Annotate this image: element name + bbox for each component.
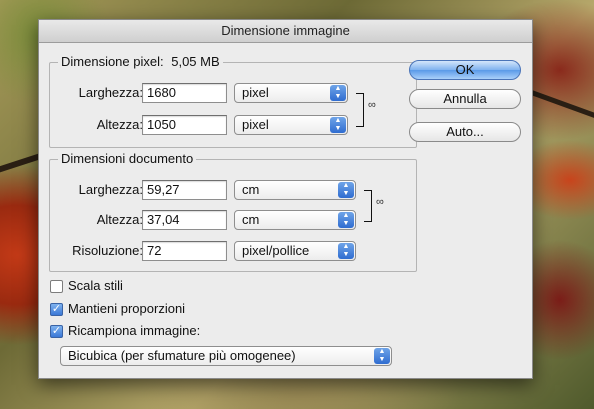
resolution-unit-value: pixel/pollice [242, 243, 310, 258]
link-icon: ∞ [368, 99, 376, 111]
document-dimensions-group: Dimensioni documento Larghezza: 59,27 cm… [49, 151, 417, 272]
image-size-dialog: Dimensione immagine Dimensione pixel: 5,… [38, 19, 533, 379]
updown-arrows-icon: ▲ ▼ [374, 348, 390, 364]
checkmark-icon: ✓ [51, 325, 62, 337]
pixel-width-input[interactable]: 1680 [142, 83, 227, 103]
doc-height-label: Altezza: [96, 212, 143, 227]
pixel-dimensions-size: 5,05 MB [171, 54, 220, 69]
dialog-title: Dimensione immagine [39, 20, 532, 43]
updown-arrows-icon: ▲ ▼ [338, 212, 354, 228]
doc-height-unit-value: cm [242, 212, 260, 227]
doc-height-unit-select[interactable]: cm ▲ ▼ [234, 210, 356, 230]
pixel-height-unit-select[interactable]: pixel ▲ ▼ [234, 115, 348, 135]
pixel-width-unit-value: pixel [242, 85, 269, 100]
resample-method-value: Bicubica (per sfumature più omogenee) [68, 348, 296, 363]
constrain-bracket [364, 190, 372, 222]
doc-width-label: Larghezza: [78, 182, 143, 197]
constrain-bracket [356, 93, 364, 127]
auto-button[interactable]: Auto... [409, 122, 521, 142]
pixel-height-unit-value: pixel [242, 117, 269, 132]
pixel-height-label: Altezza: [96, 117, 143, 132]
resample-image-checkbox[interactable]: ✓ [50, 325, 63, 338]
resample-method-select[interactable]: Bicubica (per sfumature più omogenee) ▲ ▼ [60, 346, 392, 366]
doc-width-unit-select[interactable]: cm ▲ ▼ [234, 180, 356, 200]
scale-styles-label: Scala stili [68, 278, 123, 293]
cancel-button[interactable]: Annulla [409, 89, 521, 109]
pixel-dimensions-title: Dimensione pixel: 5,05 MB [58, 54, 223, 70]
constrain-proportions-label: Mantieni proporzioni [68, 301, 186, 316]
pixel-width-label: Larghezza: [78, 85, 143, 100]
updown-arrows-icon: ▲ ▼ [338, 182, 354, 198]
updown-arrows-icon: ▲ ▼ [330, 85, 346, 101]
scale-styles-checkbox[interactable] [50, 280, 63, 293]
resolution-label: Risoluzione: [72, 243, 143, 258]
pixel-height-input[interactable]: 1050 [142, 115, 227, 135]
link-icon: ∞ [376, 196, 384, 208]
updown-arrows-icon: ▲ ▼ [330, 117, 346, 133]
resample-image-label: Ricampiona immagine: [68, 323, 201, 338]
resolution-input[interactable]: 72 [142, 241, 227, 261]
updown-arrows-icon: ▲ ▼ [338, 243, 354, 259]
doc-width-unit-value: cm [242, 182, 260, 197]
checkmark-icon: ✓ [51, 303, 62, 315]
pixel-dimensions-label: Dimensione pixel: [61, 54, 164, 69]
constrain-proportions-checkbox[interactable]: ✓ [50, 303, 63, 316]
pixel-width-unit-select[interactable]: pixel ▲ ▼ [234, 83, 348, 103]
document-dimensions-title: Dimensioni documento [58, 151, 197, 167]
doc-width-input[interactable]: 59,27 [142, 180, 227, 200]
resolution-unit-select[interactable]: pixel/pollice ▲ ▼ [234, 241, 356, 261]
ok-button[interactable]: OK [409, 60, 521, 80]
doc-height-input[interactable]: 37,04 [142, 210, 227, 230]
pixel-dimensions-group: Dimensione pixel: 5,05 MB Larghezza: 168… [49, 54, 417, 148]
